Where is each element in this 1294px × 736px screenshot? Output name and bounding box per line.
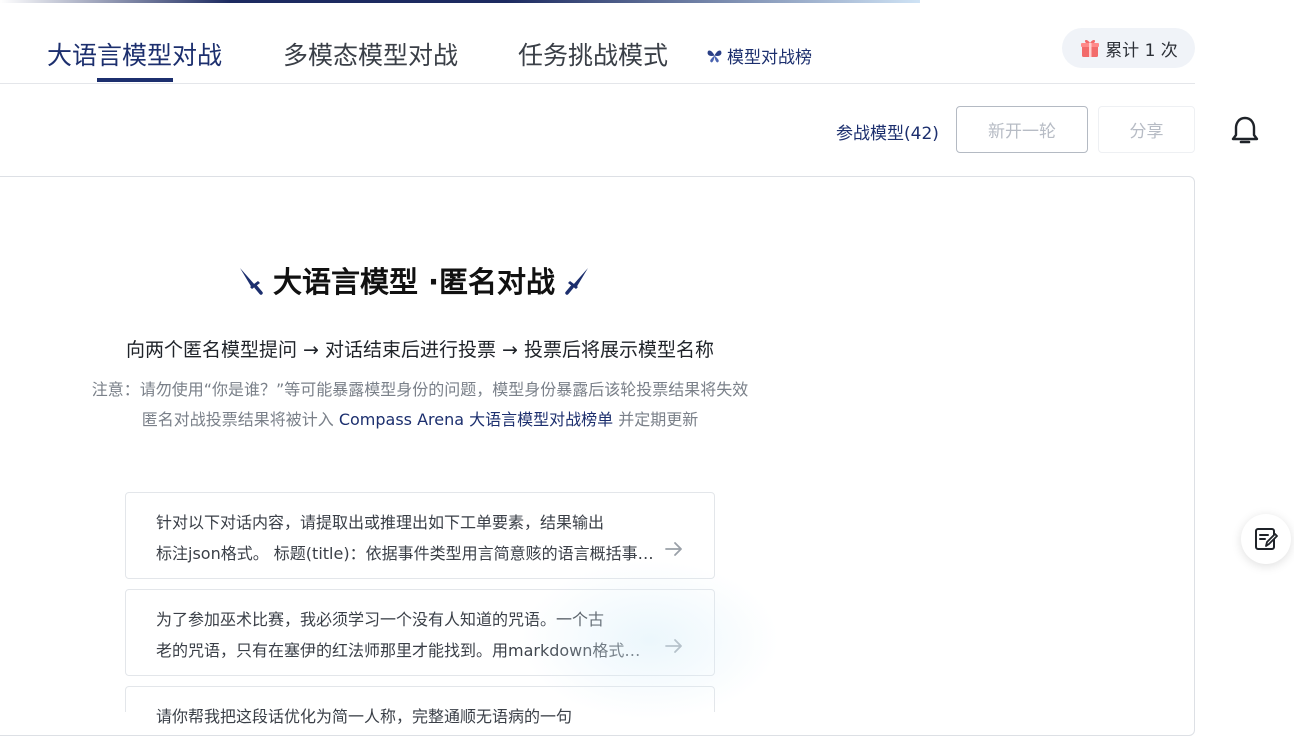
- sword-icon: [239, 268, 263, 295]
- feedback-button[interactable]: [1241, 514, 1291, 564]
- prompt-suggestion-card[interactable]: 针对以下对话内容，请提取出或推理出如下工单要素，结果输出 标注json格式。 标…: [125, 492, 715, 579]
- hero-title-text: 大语言模型 ·匿名对战: [272, 265, 556, 299]
- leaderboard-link[interactable]: 模型对战榜: [706, 43, 812, 68]
- gift-icon: [1081, 39, 1100, 57]
- counter-label: 累计 1 次: [1105, 40, 1178, 61]
- prompt-line: 为了参加巫术比赛，我必须学习一个没有人知道的咒语。一个古: [156, 610, 605, 629]
- prompt-line: 请你帮我把这段话优化为简一人称，完整通顺无语病的一句: [156, 707, 573, 726]
- leaderboard-notice-prefix: 匿名对战投票结果将被计入: [141, 410, 339, 429]
- prompt-line: 老的咒语，只有在塞伊的红法师那里才能找到。用markdown格式写出咒语: [156, 641, 654, 660]
- arrow-right-icon: [665, 542, 682, 556]
- bell-icon[interactable]: [1230, 114, 1260, 146]
- share-button[interactable]: 分享: [1098, 106, 1195, 153]
- butterfly-icon: [707, 50, 722, 63]
- hero-subtitle: 向两个匿名模型提问 → 对话结束后进行投票 → 投票后将展示模型名称: [126, 339, 714, 361]
- leaderboard-notice: 匿名对战投票结果将被计入 Compass Arena 大语言模型对战榜单 并定期…: [0, 406, 840, 430]
- tab-task-challenge[interactable]: 任务挑战模式: [518, 36, 668, 72]
- hero-title: 大语言模型 ·匿名对战: [234, 258, 594, 302]
- active-tab-indicator: [97, 78, 173, 82]
- participating-models-link[interactable]: 参战模型(42): [836, 119, 939, 144]
- identity-notice: 注意：请勿使用“你是谁？”等可能暴露模型身份的问题，模型身份暴露后该轮投票结果将…: [91, 380, 749, 399]
- prompt-suggestion-card[interactable]: 请你帮我把这段话优化为简一人称，完整通顺无语病的一句: [125, 686, 715, 726]
- battle-counter[interactable]: 累计 1 次: [1062, 28, 1195, 68]
- prompt-line: 针对以下对话内容，请提取出或推理出如下工单要素，结果输出: [156, 513, 605, 532]
- prompt-suggestion-card[interactable]: 为了参加巫术比赛，我必须学习一个没有人知道的咒语。一个古 老的咒语，只有在塞伊的…: [125, 589, 715, 676]
- leaderboard-notice-link[interactable]: Compass Arena 大语言模型对战榜单: [339, 410, 613, 429]
- prompt-line: 标注json格式。 标题(title)：依据事件类型用言简意赅的语言概括事件内容: [156, 544, 654, 563]
- tab-multimodal-battle[interactable]: 多模态模型对战: [283, 36, 458, 72]
- new-round-button[interactable]: 新开一轮: [956, 106, 1088, 153]
- edit-note-icon: [1255, 528, 1278, 550]
- sword-icon: [565, 268, 589, 295]
- arrow-right-icon: [665, 639, 682, 653]
- leaderboard-label: 模型对战榜: [727, 48, 812, 68]
- tab-llm-battle[interactable]: 大语言模型对战: [47, 36, 222, 72]
- leaderboard-notice-suffix: 并定期更新: [613, 410, 699, 429]
- mode-tabs: 大语言模型对战 多模态模型对战 任务挑战模式 模型对战榜 累计 1 次: [0, 0, 1195, 84]
